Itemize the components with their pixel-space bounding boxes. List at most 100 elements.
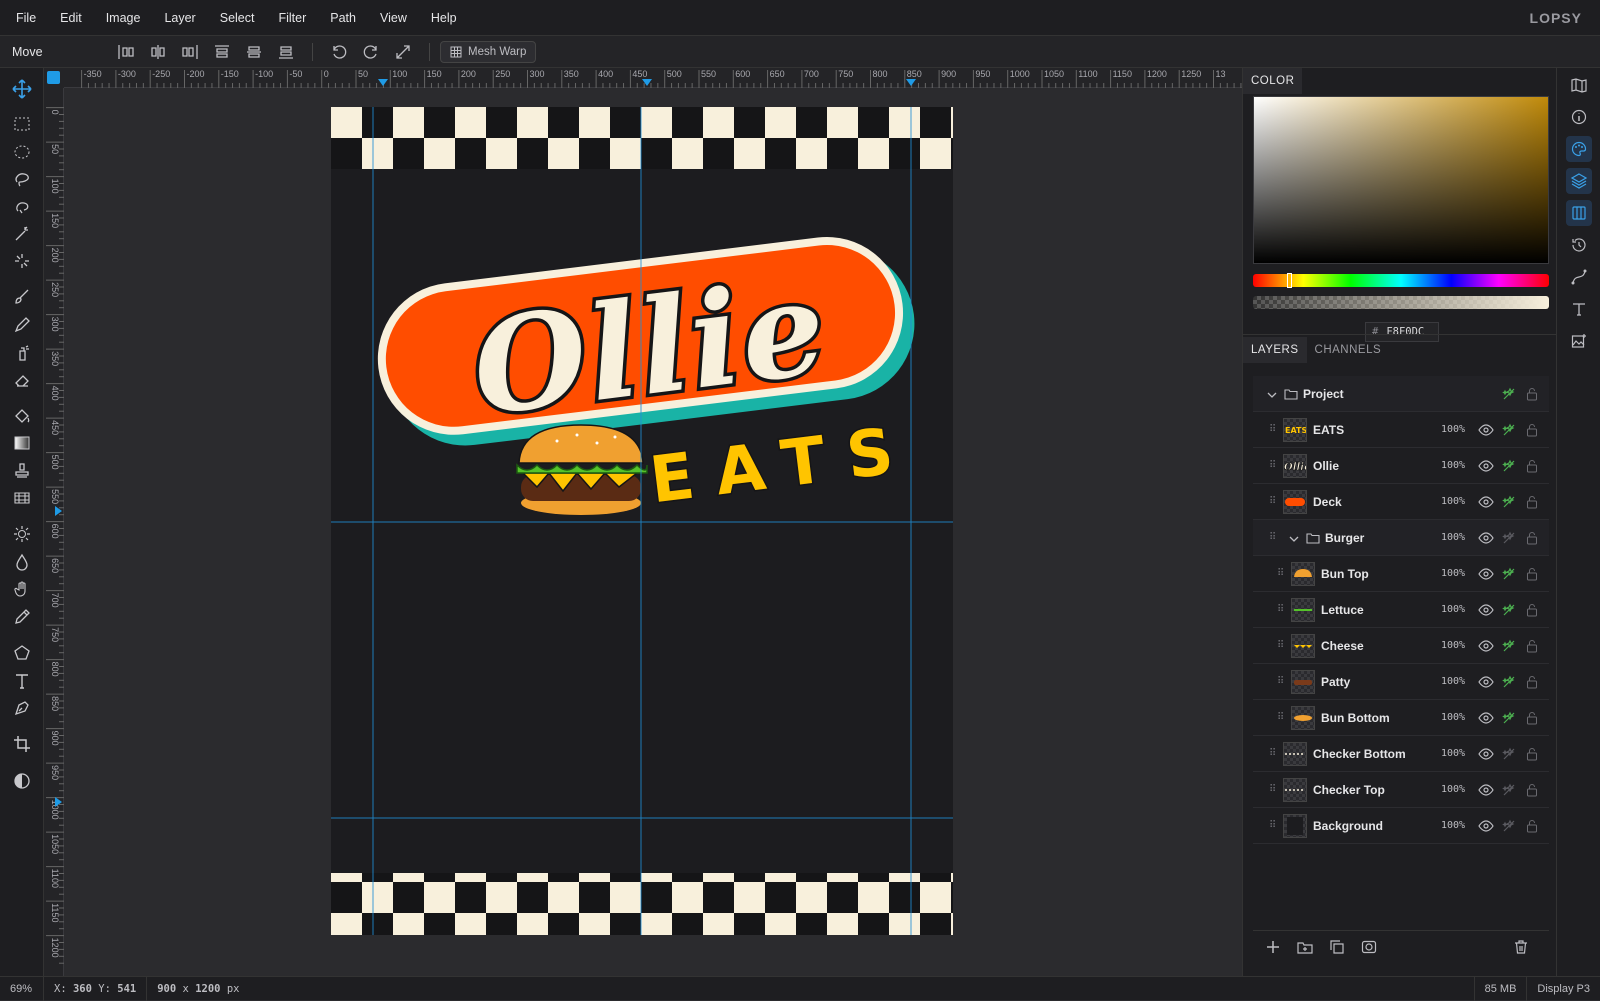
eye-icon[interactable]: [1478, 784, 1494, 799]
eye-icon[interactable]: [1478, 712, 1494, 727]
lock-icon[interactable]: [1526, 495, 1538, 512]
add-layer-icon[interactable]: [1265, 939, 1281, 958]
quick-select-icon[interactable]: [8, 248, 36, 274]
layers-icon[interactable]: [1566, 168, 1592, 194]
layer-opacity[interactable]: 100%: [1441, 460, 1465, 471]
layer-row[interactable]: ⠿ Checker Bottom 100%: [1253, 736, 1549, 772]
spray-icon[interactable]: [8, 340, 36, 366]
menu-help[interactable]: Help: [419, 11, 469, 25]
drag-handle-icon[interactable]: ⠿: [1277, 568, 1285, 579]
rect-marquee-icon[interactable]: [8, 111, 36, 137]
drag-handle-icon[interactable]: ⠿: [1269, 784, 1277, 795]
layer-opacity[interactable]: 100%: [1441, 568, 1465, 579]
menu-path[interactable]: Path: [318, 11, 368, 25]
drag-handle-icon[interactable]: ⠿: [1277, 604, 1285, 615]
chevron-down-icon[interactable]: [1289, 533, 1299, 547]
stamp-icon[interactable]: [8, 458, 36, 484]
align-bottom-icon[interactable]: [270, 40, 302, 64]
eye-icon[interactable]: [1478, 568, 1494, 583]
layer-row[interactable]: ⠿ Burger 100%: [1253, 520, 1549, 556]
pattern-icon[interactable]: [8, 485, 36, 511]
lock-icon[interactable]: [1526, 639, 1538, 656]
menu-view[interactable]: View: [368, 11, 419, 25]
eye-icon[interactable]: [1478, 532, 1494, 547]
vertical-ruler[interactable]: 0 50 100 150 200 250 300 350 400 450 500 550 600 650 7…: [44, 88, 64, 976]
effects-icon[interactable]: [1502, 747, 1516, 764]
align-top-icon[interactable]: [206, 40, 238, 64]
effects-icon[interactable]: [1502, 459, 1516, 476]
layer-row[interactable]: ⠿ EATS EATS 100%: [1253, 412, 1549, 448]
ruler-corner[interactable]: [44, 68, 64, 88]
guide-marker[interactable]: [378, 79, 388, 86]
channels-icon[interactable]: [1566, 200, 1592, 226]
layer-opacity[interactable]: 100%: [1441, 424, 1465, 435]
drag-handle-icon[interactable]: ⠿: [1277, 640, 1285, 651]
align-left-icon[interactable]: [110, 40, 142, 64]
eraser-icon[interactable]: [8, 367, 36, 393]
guide-marker[interactable]: [906, 79, 916, 86]
layer-row[interactable]: Project: [1253, 376, 1549, 412]
move-tool-icon[interactable]: [8, 76, 36, 102]
layer-opacity[interactable]: 100%: [1441, 748, 1465, 759]
layer-opacity[interactable]: 100%: [1441, 496, 1465, 507]
effects-icon[interactable]: [1502, 711, 1516, 728]
alpha-slider[interactable]: [1253, 296, 1549, 309]
lock-icon[interactable]: [1526, 819, 1538, 836]
effects-icon[interactable]: [1502, 819, 1516, 836]
lock-icon[interactable]: [1526, 423, 1538, 440]
layer-row[interactable]: ⠿ Background 100%: [1253, 808, 1549, 844]
expand-icon[interactable]: [387, 40, 419, 64]
tab-color[interactable]: COLOR: [1243, 68, 1303, 94]
align-right-icon[interactable]: [174, 40, 206, 64]
menu-filter[interactable]: Filter: [266, 11, 318, 25]
drag-handle-icon[interactable]: ⠿: [1269, 820, 1277, 831]
drag-handle-icon[interactable]: ⠿: [1269, 748, 1277, 759]
brush-icon[interactable]: [8, 284, 36, 310]
eye-icon[interactable]: [1478, 604, 1494, 619]
eye-icon[interactable]: [1478, 496, 1494, 511]
ellipse-marquee-icon[interactable]: [8, 139, 36, 165]
lock-icon[interactable]: [1526, 675, 1538, 692]
rotate-cw-icon[interactable]: [355, 40, 387, 64]
eye-icon[interactable]: [1478, 424, 1494, 439]
menu-select[interactable]: Select: [208, 11, 267, 25]
effects-icon[interactable]: [1502, 423, 1516, 440]
eye-icon[interactable]: [1478, 640, 1494, 655]
pen-icon[interactable]: [8, 695, 36, 721]
hand-icon[interactable]: [8, 576, 36, 602]
text-tool-icon[interactable]: [8, 668, 36, 694]
layer-row[interactable]: ⠿ Lettuce 100%: [1253, 592, 1549, 628]
new-group-icon[interactable]: [1297, 939, 1313, 958]
info-icon[interactable]: [1566, 104, 1592, 130]
menu-image[interactable]: Image: [94, 11, 153, 25]
contrast-icon[interactable]: [8, 768, 36, 794]
ruler-origin-marker[interactable]: [47, 71, 60, 84]
magnetic-lasso-icon[interactable]: [8, 194, 36, 220]
align-center-v-icon[interactable]: [238, 40, 270, 64]
document-canvas[interactable]: Ollie EATS: [331, 107, 953, 935]
effects-icon[interactable]: [1502, 567, 1516, 584]
layer-opacity[interactable]: 100%: [1441, 604, 1465, 615]
pencil-icon[interactable]: [8, 312, 36, 338]
layer-row[interactable]: ⠿ Cheese 100%: [1253, 628, 1549, 664]
lock-icon[interactable]: [1526, 531, 1538, 548]
drag-handle-icon[interactable]: ⠿: [1269, 460, 1277, 471]
drag-handle-icon[interactable]: ⠿: [1269, 532, 1277, 543]
lasso-icon[interactable]: [8, 166, 36, 192]
layer-row[interactable]: ⠿ Checker Top 100%: [1253, 772, 1549, 808]
mesh-warp-button[interactable]: Mesh Warp: [440, 40, 537, 63]
layer-row[interactable]: ⠿ Bun Top 100%: [1253, 556, 1549, 592]
drag-handle-icon[interactable]: ⠿: [1277, 676, 1285, 687]
eye-icon[interactable]: [1478, 820, 1494, 835]
history-icon[interactable]: [1566, 232, 1592, 258]
brightness-icon[interactable]: [8, 521, 36, 547]
effects-icon[interactable]: [1502, 675, 1516, 692]
lock-icon[interactable]: [1526, 711, 1538, 728]
drag-handle-icon[interactable]: ⠿: [1269, 424, 1277, 435]
effects-icon[interactable]: [1502, 531, 1516, 548]
layer-row[interactable]: ⠿ Deck 100%: [1253, 484, 1549, 520]
align-center-h-icon[interactable]: [142, 40, 174, 64]
layer-row[interactable]: ⠿ Ollie Ollie 100%: [1253, 448, 1549, 484]
paths-icon[interactable]: [1566, 264, 1592, 290]
layer-opacity[interactable]: 100%: [1441, 712, 1465, 723]
